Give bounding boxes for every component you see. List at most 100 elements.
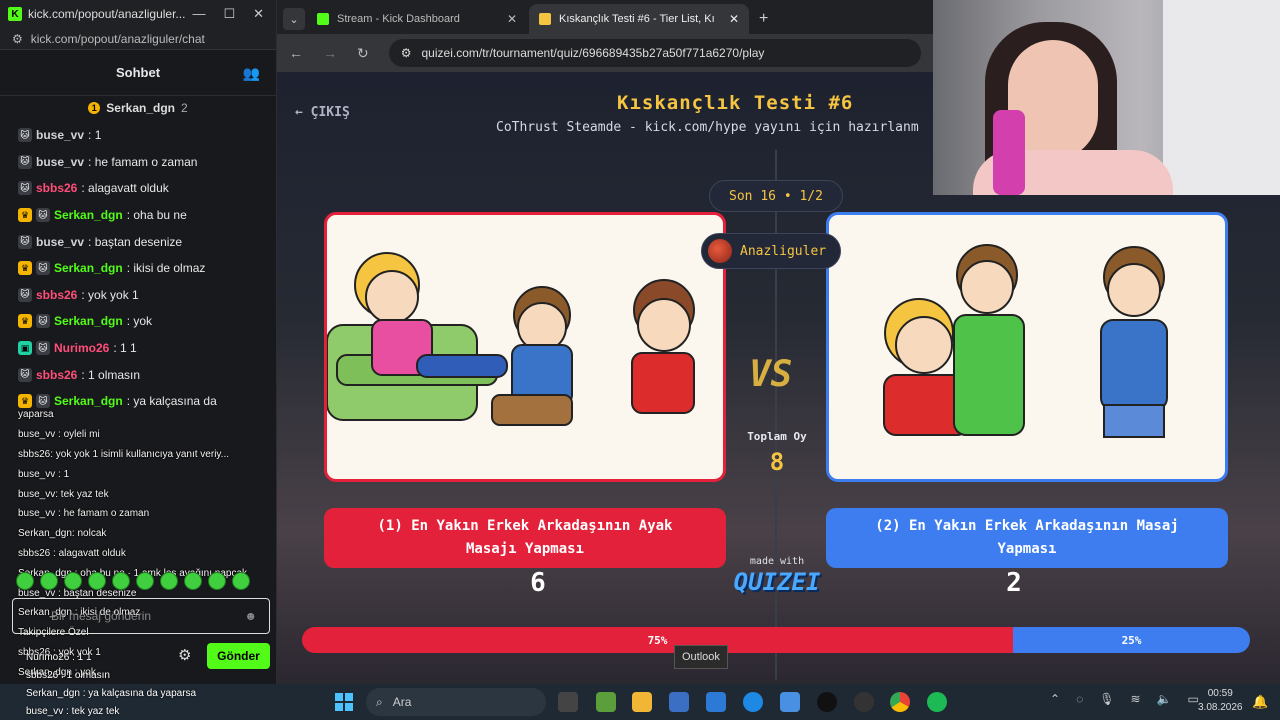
cat-badge-icon: 🐱 xyxy=(18,367,32,382)
chat-message: 🐱 buse_vv: he famam o zaman xyxy=(18,149,270,176)
new-tab-icon[interactable]: + xyxy=(759,10,768,28)
webcam-overlay xyxy=(933,0,1280,195)
emote-icon[interactable] xyxy=(208,572,226,590)
option-left-button[interactable]: (1) En Yakın Erkek Arkadaşının Ayak Masa… xyxy=(324,508,726,568)
left-vote-count: 6 xyxy=(530,568,546,598)
overlay-chat-line: buse_vv: tek yaz tek xyxy=(18,488,109,500)
maximize-icon[interactable]: ☐ xyxy=(223,6,235,22)
emote-icon[interactable] xyxy=(232,572,250,590)
overlay-chat-line: buse_vv : he famam o zaman xyxy=(18,508,150,520)
chat-text: : ya kalçasına da xyxy=(126,394,217,409)
app-icon[interactable] xyxy=(596,692,616,712)
emote-bar xyxy=(16,572,250,590)
emote-icon[interactable] xyxy=(112,572,130,590)
app-icon[interactable] xyxy=(743,692,763,712)
app-icon[interactable] xyxy=(817,692,837,712)
emote-icon[interactable] xyxy=(136,572,154,590)
vs-icon: VS xyxy=(749,354,793,395)
overlay-chat-line: sbbs26 : alagavatt olduk xyxy=(18,547,126,559)
clock-time: 00:59 xyxy=(1207,688,1233,699)
wifi-icon[interactable]: ≋ xyxy=(1130,692,1140,706)
shoulder-massage-illustration xyxy=(883,244,1168,438)
chrome-icon[interactable] xyxy=(890,692,910,712)
chat-username[interactable]: buse_vv xyxy=(36,155,84,169)
taskbar-clock[interactable]: 00:59 3.08.2026 xyxy=(1198,687,1243,715)
tab-search-icon[interactable]: ⌄ xyxy=(283,8,305,30)
quizei-logo[interactable]: QUIZEI xyxy=(729,568,825,596)
site-info-icon[interactable]: ⚙ xyxy=(401,46,412,60)
chat-username[interactable]: Serkan_dgn xyxy=(54,261,123,275)
gift-badge-icon: 1 xyxy=(88,102,101,114)
emote-icon[interactable] xyxy=(184,572,202,590)
send-button[interactable]: Gönder xyxy=(207,643,270,669)
tab-quizei[interactable]: Kıskançlık Testi #6 - Tier List, Kı ✕ xyxy=(529,4,749,34)
chat-username[interactable]: buse_vv xyxy=(36,128,84,142)
chat-username[interactable]: Nurimo26 xyxy=(54,341,109,355)
tab-close-icon[interactable]: ✕ xyxy=(729,12,739,26)
mic-icon[interactable]: 🎙 xyxy=(1099,692,1114,706)
right-share-segment: 25% xyxy=(1013,627,1250,653)
option-card-right[interactable] xyxy=(826,212,1228,482)
emote-icon[interactable] xyxy=(16,572,34,590)
kick-logo-icon: K xyxy=(8,7,22,21)
option-right-button[interactable]: (2) En Yakın Erkek Arkadaşının Masaj Yap… xyxy=(826,508,1228,568)
start-icon[interactable] xyxy=(335,693,353,711)
back-icon[interactable]: ← xyxy=(289,45,303,61)
site-settings-icon[interactable]: ⚙ xyxy=(12,32,23,46)
emoji-icon[interactable]: ☻ xyxy=(244,609,257,623)
taskbar-tooltip: Outlook xyxy=(674,645,728,669)
cat-badge-icon: 🐱 xyxy=(36,261,50,276)
emote-icon[interactable] xyxy=(40,572,58,590)
tab-kick-dashboard[interactable]: Stream - Kick Dashboard ✕ xyxy=(307,4,527,34)
exit-button[interactable]: ← ÇIKIŞ xyxy=(295,105,350,120)
chat-username[interactable]: Serkan_dgn xyxy=(54,208,123,222)
obs-icon[interactable] xyxy=(854,692,874,712)
forward-icon[interactable]: → xyxy=(323,45,337,61)
made-with-label: made with xyxy=(749,556,805,567)
tab-close-icon[interactable]: ✕ xyxy=(507,12,517,26)
chat-username[interactable]: sbbs26 xyxy=(36,288,77,302)
emote-icon[interactable] xyxy=(160,572,178,590)
chevron-up-icon[interactable]: ⌃ xyxy=(1050,692,1060,706)
option-card-left[interactable] xyxy=(324,212,726,482)
pinned-gifter[interactable]: 1 Serkan_dgn 2 xyxy=(0,96,276,120)
chat-username[interactable]: Serkan_dgn xyxy=(54,394,123,408)
overlay-chat-line: buse_vv : 1 xyxy=(18,468,70,480)
network-icon[interactable]: ◌ xyxy=(1076,692,1083,706)
chat-message: ♛ 🐱 Serkan_dgn: ikisi de olmaz xyxy=(18,255,270,282)
chat-text: : he famam o zaman xyxy=(88,154,198,169)
spotify-icon[interactable] xyxy=(927,692,947,712)
gifter-badge-icon: ♛ xyxy=(18,208,32,223)
chat-settings-icon[interactable]: ⚙ xyxy=(178,646,191,664)
chat-username[interactable]: Serkan_dgn xyxy=(54,314,123,328)
notifications-icon[interactable]: 🔔 xyxy=(1252,694,1268,710)
chat-input[interactable]: Bir mesaj gönderin ☻ xyxy=(12,598,270,634)
chat-username[interactable]: sbbs26 xyxy=(36,181,77,195)
pinned-user: Serkan_dgn xyxy=(106,101,175,115)
app-icon[interactable] xyxy=(780,692,800,712)
close-icon[interactable]: ✕ xyxy=(253,6,264,22)
users-icon[interactable]: 👥 xyxy=(243,65,260,82)
gifter-badge-icon: ♛ xyxy=(18,314,32,329)
chat-message: 🐱 sbbs26: yok yok 1 xyxy=(18,282,270,309)
outlook-icon[interactable] xyxy=(706,692,726,712)
taskbar-search[interactable]: ⌕ Ara xyxy=(366,688,546,716)
reload-icon[interactable]: ↻ xyxy=(357,45,369,62)
chat-message: ▣ 🐱 Nurimo26: 1 1 xyxy=(18,335,270,362)
file-explorer-icon[interactable] xyxy=(632,692,652,712)
tab-label: Stream - Kick Dashboard xyxy=(337,13,460,25)
task-view-icon[interactable] xyxy=(558,692,578,712)
address-bar[interactable]: ⚙ quizei.com/tr/tournament/quiz/69668943… xyxy=(388,39,921,67)
chat-username[interactable]: sbbs26 xyxy=(36,368,77,382)
chat-username[interactable]: buse_vv xyxy=(36,235,84,249)
chat-message: 🐱 sbbs26: alagavatt olduk xyxy=(18,175,270,202)
volume-icon[interactable]: 🔈 xyxy=(1157,692,1172,706)
emote-icon[interactable] xyxy=(64,572,82,590)
cat-badge-icon: 🐱 xyxy=(18,287,32,302)
emote-icon[interactable] xyxy=(88,572,106,590)
chat-text: : 1 1 xyxy=(113,341,137,356)
water-bottle xyxy=(993,110,1025,195)
store-icon[interactable] xyxy=(669,692,689,712)
minimize-icon[interactable]: — xyxy=(192,6,205,22)
cat-badge-icon: 🐱 xyxy=(36,208,50,223)
